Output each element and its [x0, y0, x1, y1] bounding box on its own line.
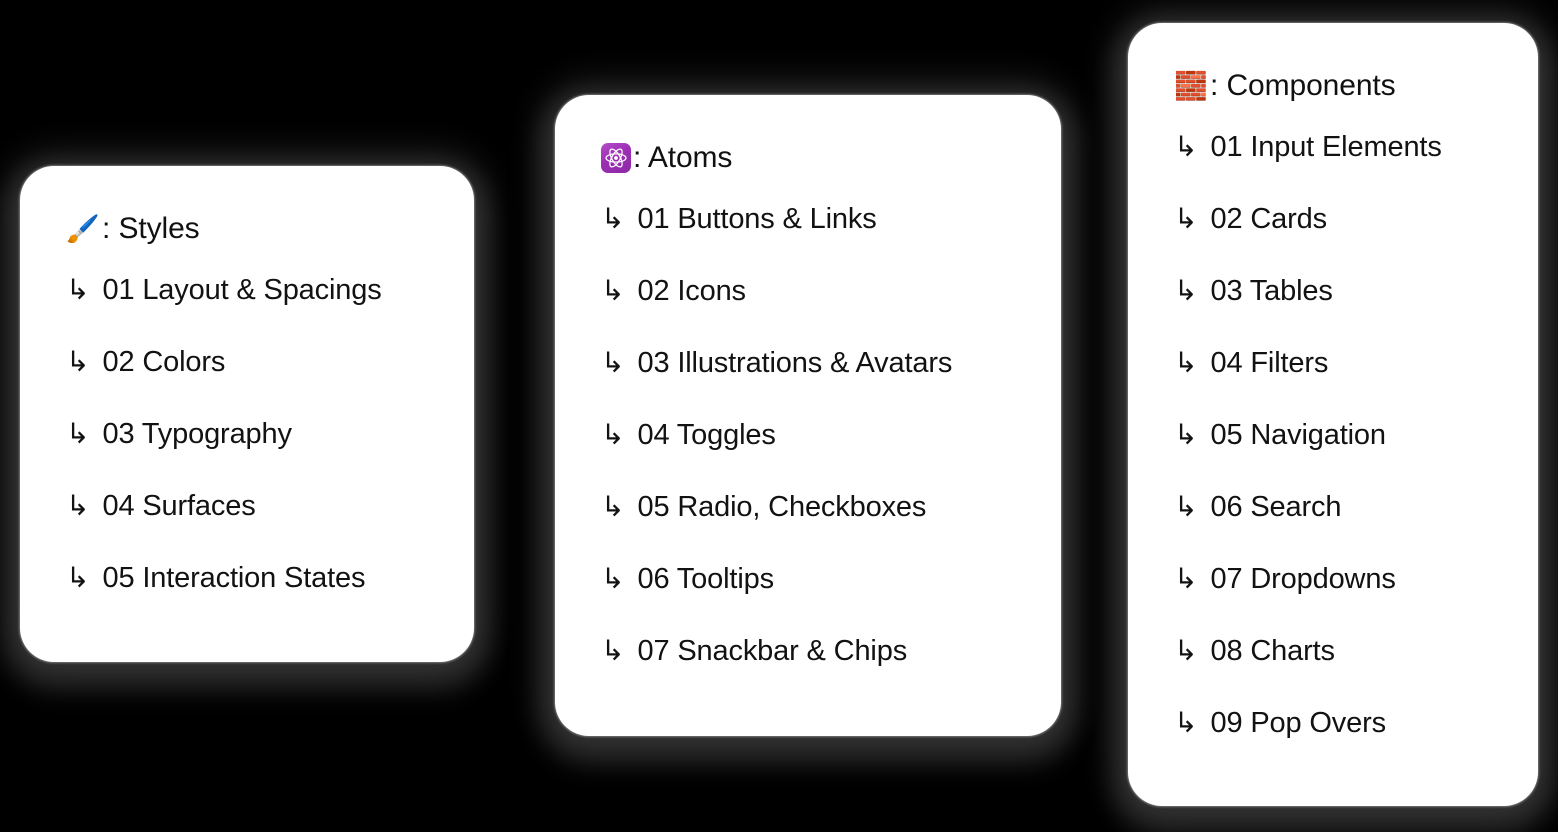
- list-item-label: 05 Radio, Checkboxes: [637, 491, 927, 523]
- list-item-label: 04 Surfaces: [102, 490, 256, 522]
- list-item[interactable]: ↳ 01 Buttons & Links: [601, 203, 1021, 275]
- branch-arrow-icon: ↳: [601, 347, 625, 378]
- branch-arrow-icon: ↳: [601, 635, 625, 666]
- branch-arrow-icon: ↳: [601, 419, 625, 450]
- list-item-label: 01 Buttons & Links: [637, 203, 877, 235]
- branch-arrow-icon: ↳: [1174, 491, 1198, 522]
- atom-symbol-emoji: [601, 143, 631, 173]
- list-item[interactable]: ↳ 01 Input Elements: [1174, 131, 1498, 203]
- list-item-label: 08 Charts: [1210, 635, 1335, 667]
- list-item-label: 03 Typography: [102, 418, 292, 450]
- branch-arrow-icon: ↳: [66, 346, 90, 377]
- branch-arrow-icon: ↳: [1174, 131, 1198, 162]
- branch-arrow-icon: ↳: [601, 275, 625, 306]
- list-item[interactable]: ↳ 05 Navigation: [1174, 419, 1498, 491]
- list-item-label: 03 Illustrations & Avatars: [637, 347, 953, 379]
- list-item[interactable]: ↳ 03 Illustrations & Avatars: [601, 347, 1021, 419]
- branch-arrow-icon: ↳: [66, 562, 90, 593]
- list-item[interactable]: ↳ 07 Dropdowns: [1174, 563, 1498, 635]
- card-components-header: 🧱 : Components: [1174, 69, 1498, 103]
- list-item-label: 02 Icons: [637, 275, 746, 307]
- branch-arrow-icon: ↳: [66, 418, 90, 449]
- branch-arrow-icon: ↳: [1174, 347, 1198, 378]
- branch-arrow-icon: ↳: [1174, 707, 1198, 738]
- list-item[interactable]: ↳ 04 Filters: [1174, 347, 1498, 419]
- list-item[interactable]: ↳ 02 Icons: [601, 275, 1021, 347]
- list-item-label: 06 Search: [1210, 491, 1342, 523]
- card-styles-title: : Styles: [102, 212, 200, 245]
- list-item[interactable]: ↳ 02 Colors: [66, 346, 434, 418]
- list-item[interactable]: ↳ 04 Toggles: [601, 419, 1021, 491]
- card-atoms-header: : Atoms: [601, 141, 1021, 175]
- paintbrush-emoji: 🖌️: [66, 213, 100, 244]
- list-item[interactable]: ↳ 07 Snackbar & Chips: [601, 635, 1021, 707]
- list-item-label: 06 Tooltips: [637, 563, 774, 595]
- card-components[interactable]: 🧱 : Components ↳ 01 Input Elements ↳ 02 …: [1111, 6, 1555, 823]
- branch-arrow-icon: ↳: [1174, 563, 1198, 594]
- card-atoms-item-list: ↳ 01 Buttons & Links ↳ 02 Icons ↳ 03 Ill…: [601, 203, 1021, 707]
- list-item-label: 01 Input Elements: [1210, 131, 1442, 163]
- list-item-label: 07 Snackbar & Chips: [637, 635, 908, 667]
- list-item-label: 02 Colors: [102, 346, 226, 378]
- list-item-label: 03 Tables: [1210, 275, 1333, 307]
- list-item[interactable]: ↳ 08 Charts: [1174, 635, 1498, 707]
- list-item-label: 07 Dropdowns: [1210, 563, 1396, 595]
- list-item[interactable]: ↳ 05 Radio, Checkboxes: [601, 491, 1021, 563]
- branch-arrow-icon: ↳: [66, 490, 90, 521]
- list-item-label: 02 Cards: [1210, 203, 1327, 235]
- list-item[interactable]: ↳ 01 Layout & Spacings: [66, 274, 434, 346]
- list-item-label: 04 Toggles: [637, 419, 776, 451]
- list-item[interactable]: ↳ 03 Typography: [66, 418, 434, 490]
- branch-arrow-icon: ↳: [1174, 635, 1198, 666]
- list-item[interactable]: ↳ 06 Search: [1174, 491, 1498, 563]
- branch-arrow-icon: ↳: [1174, 419, 1198, 450]
- list-item[interactable]: ↳ 05 Interaction States: [66, 562, 434, 634]
- card-styles-header: 🖌️ : Styles: [66, 212, 434, 246]
- list-item[interactable]: ↳ 06 Tooltips: [601, 563, 1021, 635]
- branch-arrow-icon: ↳: [601, 563, 625, 594]
- branch-arrow-icon: ↳: [1174, 203, 1198, 234]
- list-item[interactable]: ↳ 04 Surfaces: [66, 490, 434, 562]
- card-atoms-title: : Atoms: [633, 141, 733, 174]
- card-board: 🖌️ : Styles ↳ 01 Layout & Spacings ↳ 02 …: [0, 0, 1558, 832]
- card-styles-item-list: ↳ 01 Layout & Spacings ↳ 02 Colors ↳ 03 …: [66, 274, 434, 634]
- list-item[interactable]: ↳ 09 Pop Overs: [1174, 707, 1498, 779]
- list-item-label: 05 Interaction States: [102, 562, 366, 594]
- branch-arrow-icon: ↳: [601, 203, 625, 234]
- list-item-label: 05 Navigation: [1210, 419, 1386, 451]
- branch-arrow-icon: ↳: [601, 491, 625, 522]
- list-item-label: 09 Pop Overs: [1210, 707, 1386, 739]
- card-styles[interactable]: 🖌️ : Styles ↳ 01 Layout & Spacings ↳ 02 …: [3, 149, 491, 679]
- card-components-title: : Components: [1210, 69, 1396, 102]
- card-components-item-list: ↳ 01 Input Elements ↳ 02 Cards ↳ 03 Tabl…: [1174, 131, 1498, 779]
- brick-emoji: 🧱: [1174, 70, 1208, 101]
- branch-arrow-icon: ↳: [1174, 275, 1198, 306]
- list-item[interactable]: ↳ 03 Tables: [1174, 275, 1498, 347]
- branch-arrow-icon: ↳: [66, 274, 90, 305]
- list-item-label: 01 Layout & Spacings: [102, 274, 382, 306]
- list-item-label: 04 Filters: [1210, 347, 1329, 379]
- card-atoms[interactable]: : Atoms ↳ 01 Buttons & Links ↳ 02 Icons …: [538, 78, 1078, 753]
- list-item[interactable]: ↳ 02 Cards: [1174, 203, 1498, 275]
